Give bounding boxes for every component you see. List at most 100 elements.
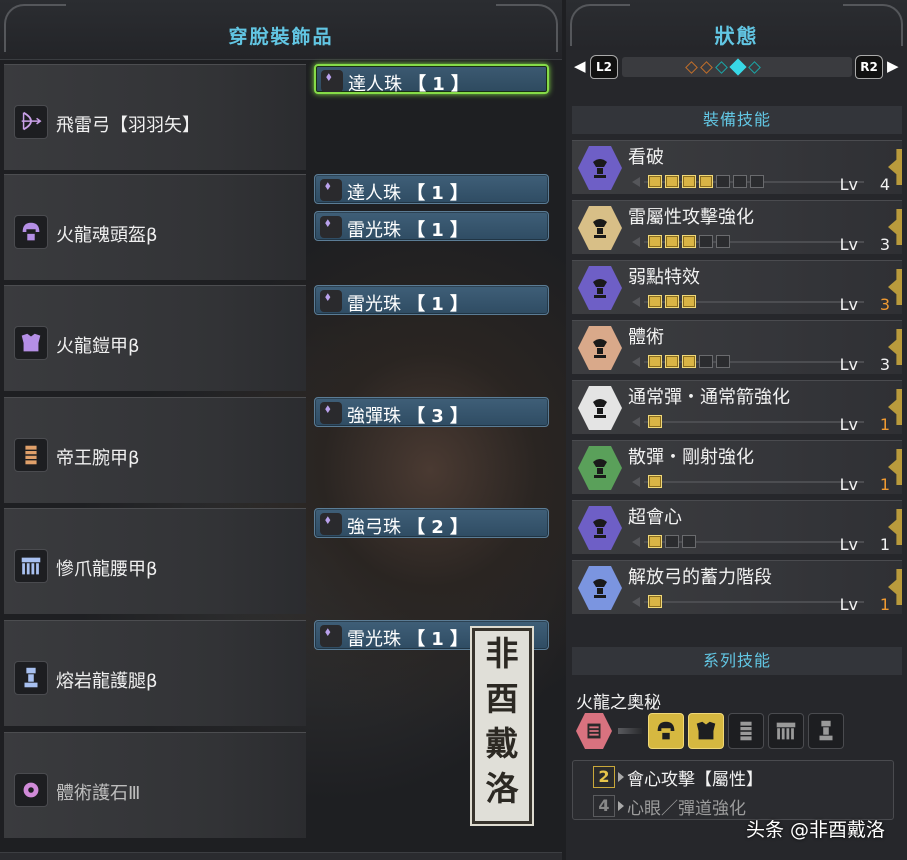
decoration-name: 雷光珠 [347, 220, 401, 241]
skill-row[interactable]: 解放弓的蓄力階段 Lv 1 [572, 560, 902, 618]
level-pips [648, 355, 730, 368]
equipment-row[interactable]: 火龍魂頭盔β [4, 174, 306, 280]
set-bonus-box: 2 會心攻擊【屬性】 4 心眼／彈道強化 [572, 760, 894, 820]
l2-button[interactable]: L2 [590, 55, 618, 79]
level-pip-filled [648, 235, 662, 248]
level-pip-filled [648, 295, 662, 308]
decoration-slot[interactable]: 雷光珠【 1 】 [314, 285, 549, 315]
watermark: 头条 @非酉戴洛 [745, 819, 885, 841]
level-pips [648, 595, 662, 608]
decoration-panel: 穿脫裝飾品 飛雷弓【羽羽矢】 達人珠【 1 】火龍魂頭盔β 達人珠【 1 】雷光珠【… [0, 0, 562, 860]
track-tip-icon [632, 537, 640, 547]
equipment-row[interactable]: 體術護石Ⅲ [4, 732, 306, 838]
skill-row[interactable]: 雷屬性攻擊強化 Lv 3 [572, 200, 902, 258]
equipment-name: 帝王腕甲β [56, 448, 140, 469]
skill-level-track [632, 174, 864, 190]
level-value: 3 [879, 355, 890, 374]
status-title: 狀態 [714, 24, 759, 48]
set-piece-list [576, 713, 844, 749]
decoration-level: 【 1 】 [407, 294, 469, 315]
leg-armor-icon [14, 661, 48, 695]
decoration-name: 達人珠 [347, 183, 401, 204]
skill-row[interactable]: 超會心 Lv 1 [572, 500, 902, 558]
equipment-name: 火龍魂頭盔β [56, 225, 158, 246]
decoration-level: 【 1 】 [407, 629, 469, 650]
track-tip-icon [632, 177, 640, 187]
level-pip-filled [648, 475, 662, 488]
level-pips [648, 415, 662, 428]
page-selector[interactable]: ◀ L2 R2 ▶ [574, 55, 899, 79]
decoration-slot[interactable]: 雷光珠【 1 】 [314, 211, 549, 241]
equipment-row[interactable]: 熔岩龍護腿β [4, 620, 306, 726]
skill-level: Lv 3 [840, 235, 890, 254]
track-tip-icon [632, 357, 640, 367]
skill-level: Lv 1 [840, 535, 890, 554]
equipment-name: 體術護石Ⅲ [56, 783, 141, 804]
decoration-name: 雷光珠 [347, 629, 401, 650]
equipment-row[interactable]: 火龍鎧甲β [4, 285, 306, 391]
waist-armor-icon [768, 713, 804, 749]
level-pips [648, 475, 662, 488]
panel-bottom-frame [0, 852, 562, 860]
decoration-level: 【 1 】 [407, 183, 469, 204]
page-dot-active [729, 58, 747, 76]
level-pip-filled [648, 595, 662, 608]
panel-title: 穿脫裝飾品 [228, 26, 334, 48]
page-dots [685, 58, 761, 76]
decoration-slot[interactable]: 達人珠【 1 】 [314, 64, 549, 95]
level-pip-empty [716, 355, 730, 368]
decoration-gem-icon [320, 513, 342, 535]
track-tip-icon [632, 297, 640, 307]
level-label: Lv [839, 355, 858, 374]
level-pip-empty [750, 175, 764, 188]
decoration-slot[interactable]: 強弓珠【 2 】 [314, 508, 549, 538]
decoration-name: 強弓珠 [347, 517, 401, 538]
waist-armor-icon [14, 549, 48, 583]
r2-button[interactable]: R2 [855, 55, 883, 79]
level-label: Lv [839, 295, 858, 314]
equipment-row[interactable]: 慘爪龍腰甲β [4, 508, 306, 614]
skill-row[interactable]: 看破 Lv 4 [572, 140, 902, 198]
level-label: Lv [839, 175, 858, 194]
set-skills-header: 系列技能 [572, 647, 902, 675]
track-tip-icon [632, 237, 640, 247]
equipment-row[interactable]: 帝王腕甲β [4, 397, 306, 503]
bonus-arrow-icon [618, 772, 624, 782]
level-value: 3 [879, 235, 890, 254]
level-pips [648, 295, 696, 308]
skill-name: 體術 [628, 327, 664, 348]
level-pip-filled [665, 295, 679, 308]
decoration-slot[interactable]: 達人珠【 1 】 [314, 174, 549, 204]
page-dot [700, 60, 713, 74]
skill-level: Lv 3 [840, 295, 890, 314]
skill-row[interactable]: 散彈・剛射強化 Lv 1 [572, 440, 902, 498]
track-line [644, 421, 864, 423]
decoration-name: 強彈珠 [347, 406, 401, 427]
skill-level: Lv 1 [840, 595, 890, 614]
level-label: Lv [839, 415, 858, 434]
chest-armor-icon [688, 713, 724, 749]
level-value: 1 [879, 415, 890, 434]
seal-char: 戴 [485, 724, 519, 763]
page-dot [685, 60, 698, 74]
set-bonus-row: 2 會心攻擊【屬性】 [593, 764, 763, 790]
level-value: 1 [879, 475, 890, 494]
leg-armor-icon [808, 713, 844, 749]
chest-armor-icon [14, 326, 48, 360]
level-pip-filled [665, 235, 679, 248]
arrow-left-icon[interactable]: ◀ [574, 57, 586, 75]
arrow-right-icon[interactable]: ▶ [887, 57, 899, 75]
decoration-slot[interactable]: 強彈珠【 3 】 [314, 397, 549, 427]
equipment-name: 慘爪龍腰甲β [56, 559, 158, 580]
skill-row[interactable]: 弱點特效 Lv 3 [572, 260, 902, 318]
equipment-row[interactable]: 飛雷弓【羽羽矢】 [4, 64, 306, 170]
level-pip-empty [733, 175, 747, 188]
level-label: Lv [839, 535, 858, 554]
level-pip-empty [716, 235, 730, 248]
level-pip-filled [682, 235, 696, 248]
level-pip-filled [648, 535, 662, 548]
equipment-name: 熔岩龍護腿β [56, 671, 158, 692]
skill-row[interactable]: 體術 Lv 3 [572, 320, 902, 378]
skill-row[interactable]: 通常彈・通常箭強化 Lv 1 [572, 380, 902, 438]
level-pips [648, 535, 696, 548]
